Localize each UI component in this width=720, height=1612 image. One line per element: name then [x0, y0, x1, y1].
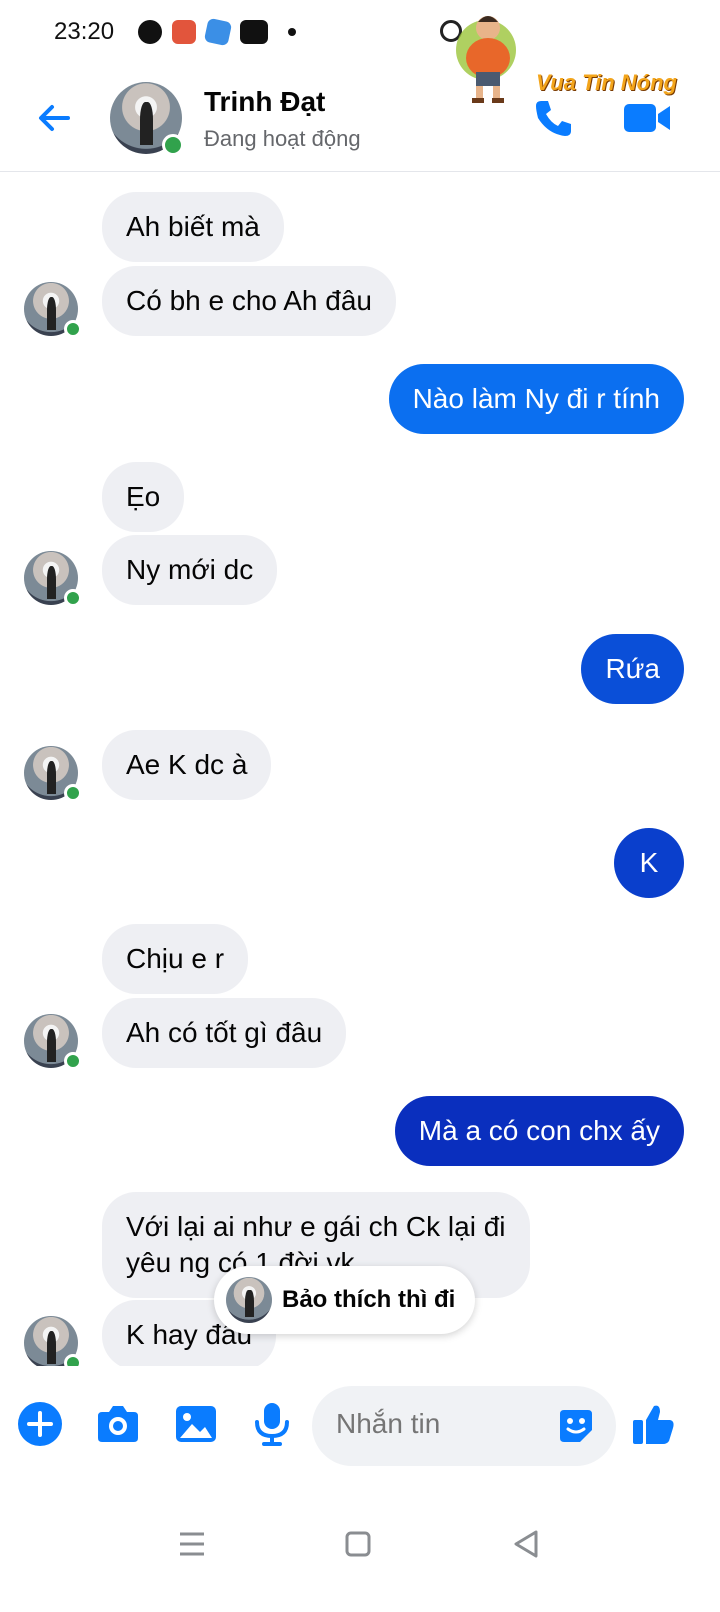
incoming-message[interactable]: Ah có tốt gì đâu: [102, 998, 347, 1068]
more-notifications-dot-icon: [288, 28, 296, 36]
thumbs-up-icon[interactable]: [630, 1400, 676, 1448]
plus-icon[interactable]: [16, 1400, 64, 1448]
app-notification-icon: [203, 17, 233, 47]
contact-name[interactable]: Trinh Đạt: [204, 86, 325, 118]
contact-status: Đang hoạt động: [204, 126, 361, 151]
message-line: Với lại ai như e gái ch Ck lại đi: [126, 1211, 506, 1242]
incoming-message[interactable]: Ah biết mà: [102, 192, 284, 262]
microphone-icon[interactable]: [248, 1400, 296, 1448]
incoming-message[interactable]: Có bh e cho Ah đâu: [102, 266, 396, 336]
contact-avatar[interactable]: [110, 82, 184, 156]
message-composer: [0, 1366, 720, 1486]
message-preview-pill[interactable]: Bảo thích thì đi: [214, 1266, 476, 1334]
outgoing-message[interactable]: Nào làm Ny đi r tính: [388, 364, 684, 434]
online-status-dot: [64, 589, 82, 607]
sender-avatar[interactable]: [24, 282, 82, 338]
incoming-message[interactable]: Chịu e r: [102, 924, 249, 994]
messenger-notification-icon: [138, 20, 162, 44]
sender-avatar[interactable]: [24, 551, 82, 607]
incoming-message[interactable]: Ny mới dc: [102, 535, 278, 605]
outgoing-message[interactable]: Rứa: [581, 634, 684, 704]
online-status-dot: [64, 1354, 82, 1366]
preview-text: Bảo thích thì đi: [282, 1286, 456, 1313]
phone-icon[interactable]: [532, 96, 576, 140]
message-input[interactable]: [336, 1408, 546, 1440]
system-nav-bar: [0, 1486, 720, 1612]
sender-avatar[interactable]: [24, 746, 82, 802]
message-input-box[interactable]: [312, 1386, 616, 1466]
online-status-dot: [64, 320, 82, 338]
notification-icons: [138, 17, 296, 47]
chat-header: Trinh Đạt Đang hoạt động: [0, 64, 720, 172]
menu-icon[interactable]: [172, 1524, 212, 1564]
sender-avatar[interactable]: [24, 1014, 82, 1070]
sender-avatar[interactable]: [24, 1316, 82, 1366]
preview-avatar: [226, 1277, 272, 1323]
incoming-message[interactable]: Ae K dc à: [102, 730, 272, 800]
video-camera-icon[interactable]: [622, 96, 674, 140]
status-time: 23:20: [54, 18, 115, 45]
youtube-notification-icon: [240, 20, 268, 44]
sticker-icon[interactable]: [556, 1406, 596, 1446]
camera-icon[interactable]: [94, 1400, 142, 1448]
status-bar: 23:20: [0, 0, 720, 64]
app-notification-icon: [172, 20, 196, 44]
online-status-dot: [64, 1052, 82, 1070]
outgoing-message[interactable]: Mà a có con chx ấy: [394, 1096, 684, 1166]
back-arrow-icon[interactable]: [34, 98, 74, 138]
back-icon[interactable]: [506, 1524, 546, 1564]
incoming-message[interactable]: Ẹo: [102, 462, 185, 532]
message-list[interactable]: Ah biết mà Có bh e cho Ah đâu Nào làm Ny…: [0, 172, 720, 1366]
outgoing-message[interactable]: K: [614, 828, 684, 898]
online-status-dot: [64, 784, 82, 802]
image-icon[interactable]: [172, 1400, 220, 1448]
online-status-dot: [162, 134, 184, 156]
home-icon[interactable]: [338, 1524, 378, 1564]
